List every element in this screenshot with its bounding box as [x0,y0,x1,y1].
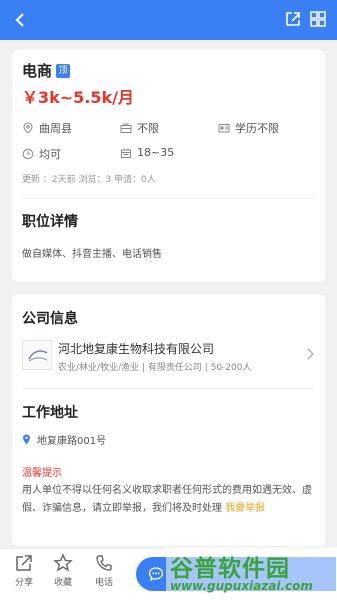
share-icon[interactable] [284,10,302,28]
work-time-text: 均可 [39,148,61,161]
id-card-icon [218,124,230,133]
age-text: 18~35 [137,146,175,159]
favorite-label: 收藏 [53,578,72,588]
share-label: 分享 [14,578,33,588]
favorite-button[interactable]: 收藏 [48,553,78,588]
top-badge: 顶 [56,63,71,78]
education-text: 学历不限 [235,122,279,135]
share-button[interactable]: 分享 [9,553,39,588]
job-card: 电商 顶 ￥3k~5.5k/月 曲周县 不限 学历不限 均可 18~35 更新 … [12,50,325,282]
watermark-main: 谷普软件园 [170,556,290,582]
divider [22,388,315,389]
job-detail-text: 做自媒体、抖音主播、电话销售 [22,249,162,260]
divider [22,198,315,199]
grid-menu-icon[interactable] [309,10,327,28]
warning-body: 用人单位不得以任何名义收取求职者任何形式的费用如遇无效、虚假、诈骗信息，请立即举… [22,485,312,514]
address-row[interactable]: 地复康路001号 [22,432,106,447]
meta-education: 学历不限 [218,120,279,136]
company-info: 农业/林业/牧业/渔业 | 有限责任公司 | 50-200人 [58,363,252,373]
company-section-title: 公司信息 [22,311,78,327]
meta-experience: 不限 [120,120,159,136]
job-title: 电商 [22,62,53,80]
share-icon [16,555,32,571]
top-bar [0,0,337,40]
job-detail-title: 职位详情 [22,214,78,230]
phone-label: 电话 [94,578,113,588]
experience-text: 不限 [137,122,159,135]
company-row[interactable]: 河北地复康生物科技有限公司 农业/林业/牧业/渔业 | 有限责任公司 | 50-… [22,338,315,378]
star-icon [53,553,73,572]
briefcase-icon [120,123,132,133]
warning-title: 温馨提示 [22,468,62,479]
salary: ￥3k~5.5k/月 [22,88,135,107]
company-logo [22,340,52,370]
company-logo-icon [28,350,48,362]
back-arrow-icon[interactable] [12,11,30,29]
clock-icon [22,148,34,160]
chat-icon [148,567,164,582]
work-address-title: 工作地址 [22,405,78,421]
company-card: 公司信息 河北地复康生物科技有限公司 农业/林业/牧业/渔业 | 有限责任公司 … [12,294,325,546]
report-link[interactable]: 我要举报 [225,503,265,514]
chevron-right-icon [307,348,314,360]
location-pin-icon [23,434,30,445]
watermark: 谷普软件园 www.gupuxiazai.com [166,547,337,600]
location-pin-icon [23,122,33,134]
company-name: 河北地复康生物科技有限公司 [58,342,215,356]
phone-button[interactable]: 电话 [89,553,119,588]
age-icon [121,148,131,158]
meta-age: 18~35 [120,146,174,159]
phone-icon [96,555,112,571]
update-info: 更新 ：2天前 浏览：3 申请：0人 [22,175,156,185]
location-text: 曲周县 [39,122,72,135]
warning-text: 用人单位不得以任何名义收取求职者任何形式的费用如遇无效、虚假、诈骗信息，请立即举… [22,482,317,518]
address-text: 地复康路001号 [37,436,107,447]
watermark-url: www.gupuxiazai.com [170,579,313,593]
meta-work-time: 均可 [22,146,61,162]
meta-location: 曲周县 [22,120,72,136]
job-title-row: 电商 顶 [22,60,71,81]
